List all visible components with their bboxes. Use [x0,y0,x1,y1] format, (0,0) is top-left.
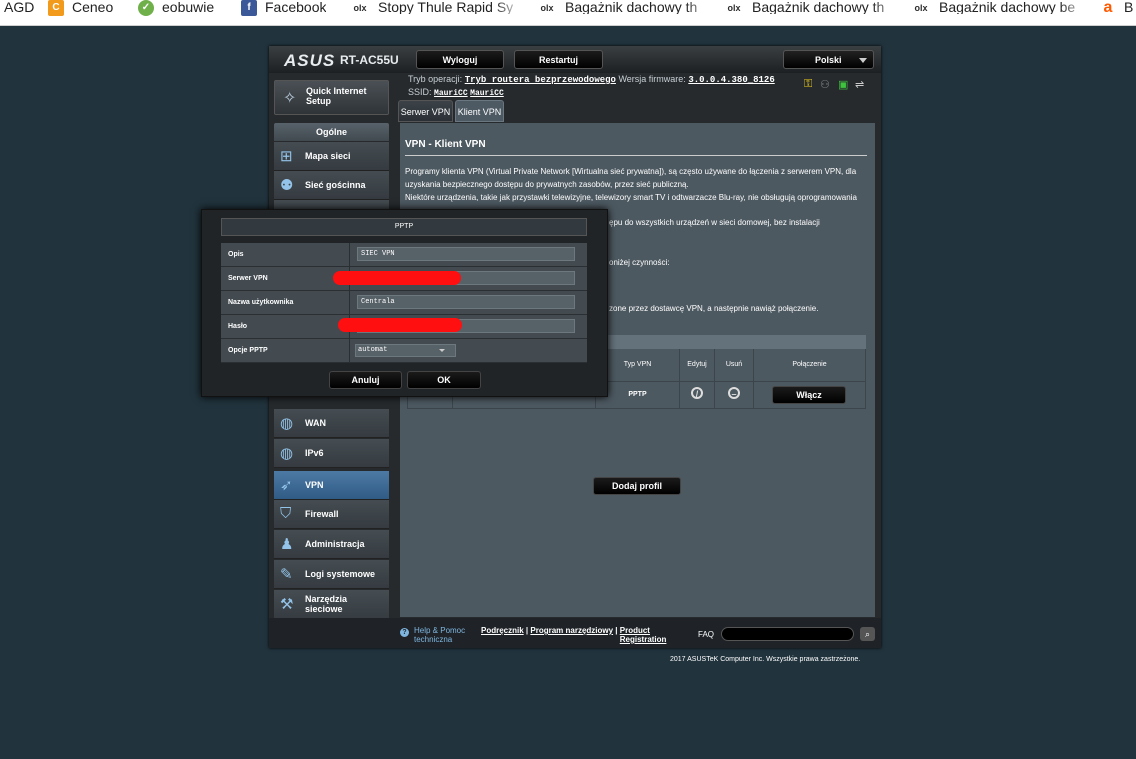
row-pptp-options: Opcje PPTP automat [221,339,587,363]
globe-icon: ◍ [280,415,294,432]
bookmark-olx-2[interactable]: olx Bagażnik dachowy th [537,0,715,25]
logout-button[interactable]: Wyloguj [416,50,504,69]
bookmark-olx-1[interactable]: olx Stopy Thule Rapid Sy [350,0,523,25]
description-line-4: ępu do wszystkich urządzeń w sieci domow… [609,218,820,227]
guest-icon: ⚉ [280,177,294,194]
tab-vpn-server[interactable]: Serwer VPN [398,100,453,122]
bookmark-eobuwie[interactable]: ✓ eobuwie [138,0,214,25]
chevron-down-icon [859,58,867,63]
edit-icon[interactable]: / [691,387,703,399]
bookmarks-bar: AGD C Ceneo ✓ eobuwie f Facebook olx Stopy T… [0,0,1136,26]
redaction-mark-server [333,271,461,285]
usb-icon[interactable]: ⇌ [855,78,864,91]
description-line-2: uzyskania bezpiecznego dostępu do prywat… [405,180,689,189]
eobuwie-icon: ✓ [138,0,154,16]
description-line-3: Niektóre urządzenia, takie jak przystawk… [405,193,857,202]
utility-link[interactable]: Program narzędziowy [530,626,613,635]
ssid-link-2[interactable]: MauriCC [470,89,504,98]
vpn-icon: ➶ [280,477,293,494]
bookmark-olx-4[interactable]: olx Bagażnik dachowy be [911,0,1089,25]
bookmark-ceneo[interactable]: C Ceneo [48,0,113,25]
ssid-info: SSID: MauriCC MauriCC [408,87,504,98]
faq-label: FAQ [698,630,715,639]
op-mode-link[interactable]: Tryb routera bezprzewodowego [465,75,616,85]
connect-button[interactable]: Włącz [772,386,846,404]
model-name: RT-AC55U [340,53,399,67]
bookmark-allegro[interactable]: aB [1100,0,1133,25]
top-bar: ASUS RT-AC55U Wyloguj Restartuj Polski [269,46,881,73]
pptp-options-select[interactable]: automat [355,344,456,357]
asus-logo: ASUS [284,51,336,70]
nav-item-ipv6[interactable]: ◍ IPv6 [274,439,389,468]
page-title: VPN - Klient VPN [405,139,486,150]
allegro-icon: a [1100,0,1116,16]
col-delete: Usuń [714,349,753,381]
ssid-link-1[interactable]: MauriCC [434,89,468,98]
globe-icon: ◍ [280,445,294,462]
nav-item-administration[interactable]: ♟ Administracja [274,530,389,559]
olx-icon: olx [914,3,928,13]
footer-links: Podręcznik | Program narzędziowy | Produ… [481,626,667,644]
restart-button[interactable]: Restartuj [514,50,603,69]
nav-item-firewall[interactable]: ⛉ Firewall [274,500,389,529]
add-profile-button[interactable]: Dodaj profil [593,477,681,495]
shield-icon: ⛉ [280,505,292,522]
olx-icon: olx [727,3,741,13]
magic-wand-icon: ✧ [283,90,297,107]
col-connection: Połączenie [753,349,866,381]
col-edit: Edytuj [679,349,714,381]
ok-button[interactable]: OK [407,371,481,389]
search-icon[interactable]: ⌕ [860,627,875,641]
cancel-button[interactable]: Anuluj [329,371,402,389]
description-line-5: oniżej czynności: [609,258,670,267]
firmware-link[interactable]: 3.0.0.4.380_8126 [688,75,774,85]
bookmark-agd[interactable]: AGD [4,0,34,25]
description-line-1: Programy klienta VPN (Virtual Private Ne… [405,167,857,176]
nav-section-general: Ogólne [274,123,389,141]
olx-icon: olx [540,3,554,13]
divider [405,155,867,156]
status-icons: ⚿ ⚇ ▣ ⇌ [800,78,870,92]
description-input[interactable]: SIEC VPN [357,247,575,261]
olx-icon: olx [353,3,367,13]
username-input[interactable]: Centrala [357,295,575,309]
network-icon[interactable]: ▣ [838,78,848,91]
tab-vpn-client[interactable]: Klient VPN [455,100,504,122]
nav-item-system-log[interactable]: ✎ Logi systemowe [274,560,389,589]
facebook-icon: f [241,0,257,16]
nav-item-guest-network[interactable]: ⚉ Sieć gościnna [274,171,389,200]
row-username: Nazwa użytkownika Centrala [221,291,587,315]
dialog-title: PPTP [221,218,587,236]
network-map-icon: ⊞ [280,148,293,165]
nav-item-network-map[interactable]: ⊞ Mapa sieci [274,142,389,171]
bookmark-olx-3[interactable]: olx Bagażnik dachowy th [724,0,902,25]
bookmark-facebook[interactable]: f Facebook [241,0,326,25]
help-icon: ? [400,628,409,637]
nav-item-wan[interactable]: ◍ WAN [274,409,389,438]
users-icon[interactable]: ⚇ [820,78,830,91]
product-registration-link[interactable]: Product Registration [620,626,667,644]
user-icon: ♟ [280,536,294,553]
row-description: Opis SIEC VPN [221,243,587,267]
key-icon[interactable]: ⚿ [804,78,812,91]
manual-link[interactable]: Podręcznik [481,626,524,635]
quick-internet-setup-button[interactable]: ✧ Quick Internet Setup [274,80,389,115]
delete-icon[interactable]: – [728,387,740,399]
copyright: 2017 ASUSTeK Computer Inc. Wszystkie pra… [670,656,861,663]
pptp-dialog: PPTP Opis SIEC VPN Serwer VPN Nazwa użyt… [201,209,608,397]
faq-search-input[interactable] [721,627,854,641]
log-icon: ✎ [280,566,293,583]
tools-icon: ⚒ [280,596,294,613]
footer: ? Help & Pomoc techniczna Podręcznik | Pr… [269,618,881,648]
chevron-down-icon [439,349,445,352]
redaction-mark-password [338,318,462,332]
language-select[interactable]: Polski [783,50,874,69]
nav-item-network-tools[interactable]: ⚒ Narzędzia sieciowe [274,590,389,621]
description-line-6: zone przez dostawcę VPN, a następnie naw… [609,304,819,313]
operation-info: Tryb operacji: Tryb routera bezprzewodow… [408,74,775,85]
ceneo-icon: C [48,0,64,16]
nav-item-vpn[interactable]: ➶ VPN [274,471,389,500]
help-link[interactable]: ? Help & Pomoc techniczna [400,626,472,644]
